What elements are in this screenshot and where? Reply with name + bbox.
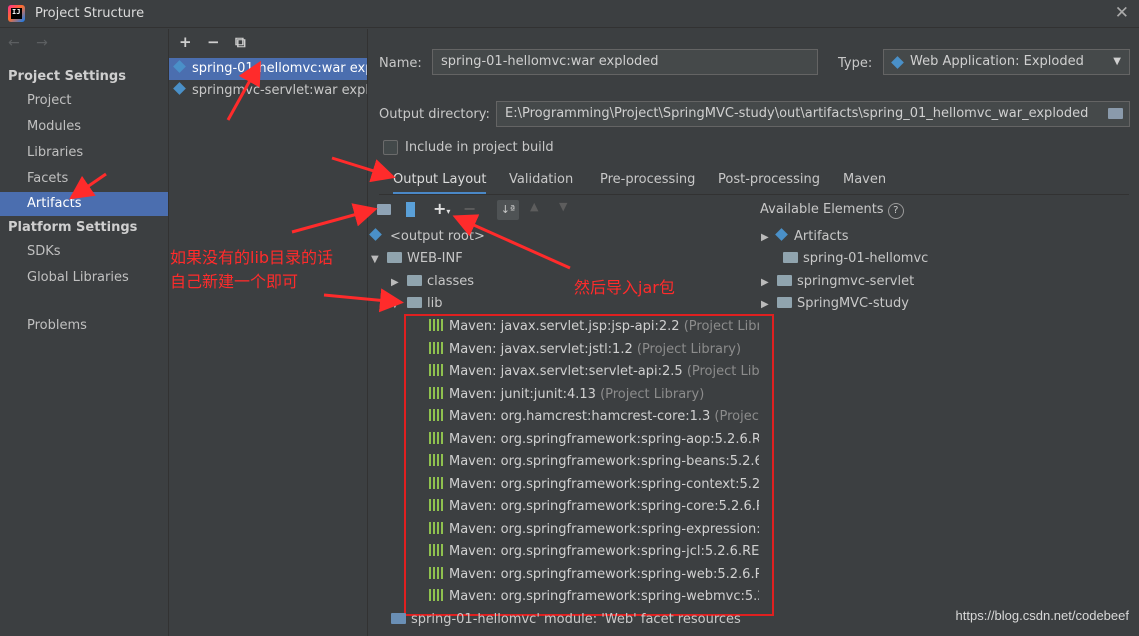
project-settings-header: Project Settings — [8, 69, 126, 84]
collapsed-arrow-icon: ▶ — [761, 277, 769, 288]
web-app-icon — [891, 56, 904, 69]
title-bar: IJ Project Structure ✕ — [0, 0, 1139, 28]
nav-item-facets[interactable]: Facets — [0, 167, 168, 191]
sort-elements-icon[interactable]: ↓ª — [497, 200, 519, 220]
help-icon[interactable]: ? — [887, 203, 904, 219]
tab-post-processing[interactable]: Post-processing — [718, 169, 820, 195]
collapsed-arrow-icon: ▶ — [761, 299, 769, 310]
artifacts-panel: + − ⧉ spring-01-hellomvc:war exploded sp… — [168, 29, 368, 636]
folder-icon — [407, 275, 422, 286]
settings-nav: ← → Project Settings Project Modules Lib… — [0, 29, 168, 636]
include-in-build-checkbox[interactable] — [383, 140, 398, 155]
collapsed-arrow-icon: ▶ — [391, 277, 399, 288]
add-artifact-button[interactable]: + — [179, 33, 192, 51]
nav-item-problems[interactable]: Problems — [0, 314, 168, 338]
tabs-divider — [379, 194, 1129, 195]
available-elements-title: Available Elements ? — [760, 202, 904, 219]
watermark: https://blog.csdn.net/codebeef — [955, 608, 1129, 623]
tab-pre-processing[interactable]: Pre-processing — [600, 169, 695, 195]
create-directory-icon[interactable] — [377, 204, 391, 215]
artifact-item[interactable]: spring-01-hellomvc:war exploded — [169, 58, 367, 80]
highlight-box — [404, 314, 774, 616]
facet-resources-icon — [391, 613, 406, 624]
add-copy-of-button[interactable]: +▾ — [433, 199, 450, 218]
available-module[interactable]: ▶ SpringMVC-study — [761, 293, 909, 315]
close-icon[interactable]: ✕ — [1115, 3, 1129, 23]
available-module[interactable]: ▶ springmvc-servlet — [761, 271, 914, 293]
available-artifacts[interactable]: ▶ Artifacts — [761, 226, 849, 248]
tab-validation[interactable]: Validation — [509, 169, 573, 195]
move-down-icon[interactable]: ▼ — [559, 200, 567, 218]
module-icon — [783, 252, 798, 263]
nav-item-project[interactable]: Project — [0, 89, 168, 113]
nav-item-sdks[interactable]: SDKs — [0, 240, 168, 264]
back-forward-icons[interactable]: ← → — [8, 35, 54, 51]
tree-lib[interactable]: ▼ lib — [391, 293, 442, 315]
tree-output-root[interactable]: <output root> — [369, 226, 485, 248]
tree-facet-resources[interactable]: spring-01-hellomvc' module: 'Web' facet … — [391, 609, 741, 631]
remove-artifact-button[interactable]: − — [207, 33, 220, 51]
artifact-icon — [173, 60, 186, 73]
output-directory-label: Output directory: — [379, 107, 490, 122]
tree-web-inf[interactable]: ▼ WEB-INF — [371, 248, 463, 270]
annotation-text: 如果没有的lib目录的话 — [170, 248, 334, 267]
type-select[interactable]: Web Application: Exploded ▼ — [883, 49, 1130, 75]
output-directory-field[interactable]: E:\Programming\Project\SpringMVC-study\o… — [496, 101, 1130, 127]
artifact-item[interactable]: springmvc-servlet:war exploded — [169, 80, 367, 102]
module-icon — [777, 275, 792, 286]
artifact-detail-panel: Name: spring-01-hellomvc:war exploded Ty… — [369, 29, 1139, 636]
name-field[interactable]: spring-01-hellomvc:war exploded — [432, 49, 818, 75]
annotation-text: 自己新建一个即可 — [170, 272, 299, 291]
tab-output-layout[interactable]: Output Layout — [393, 169, 487, 195]
expanded-arrow-icon: ▼ — [371, 254, 379, 265]
artifact-icon — [173, 82, 186, 95]
platform-settings-header: Platform Settings — [8, 220, 138, 235]
browse-folder-icon[interactable] — [1108, 108, 1123, 119]
window-title: Project Structure — [35, 6, 145, 21]
nav-item-libraries[interactable]: Libraries — [0, 141, 168, 165]
create-archive-icon[interactable] — [406, 202, 415, 217]
tree-classes[interactable]: ▶ classes — [391, 271, 474, 293]
move-up-icon[interactable]: ▲ — [530, 200, 538, 218]
copy-artifact-button[interactable]: ⧉ — [235, 33, 246, 51]
remove-element-button[interactable]: − — [463, 199, 476, 218]
output-root-icon — [369, 228, 382, 241]
chevron-down-icon: ▼ — [1113, 56, 1121, 67]
collapsed-arrow-icon: ▶ — [761, 232, 769, 243]
folder-icon — [407, 297, 422, 308]
nav-item-global-libraries[interactable]: Global Libraries — [0, 266, 168, 290]
type-label: Type: — [838, 56, 873, 71]
module-icon — [777, 297, 792, 308]
include-in-build-label: Include in project build — [405, 140, 554, 155]
available-module[interactable]: spring-01-hellomvc — [783, 248, 928, 270]
expanded-arrow-icon: ▼ — [391, 299, 399, 310]
tab-maven[interactable]: Maven — [843, 169, 886, 195]
artifact-icon — [775, 228, 788, 241]
annotation-text: 然后导入jar包 — [574, 278, 675, 297]
name-label: Name: — [379, 56, 422, 71]
nav-item-artifacts[interactable]: Artifacts — [0, 192, 168, 216]
nav-item-modules[interactable]: Modules — [0, 115, 168, 139]
tab-bar: Output Layout Validation Pre-processing … — [379, 169, 1129, 195]
intellij-logo-icon: IJ — [8, 5, 25, 22]
folder-icon — [387, 252, 402, 263]
